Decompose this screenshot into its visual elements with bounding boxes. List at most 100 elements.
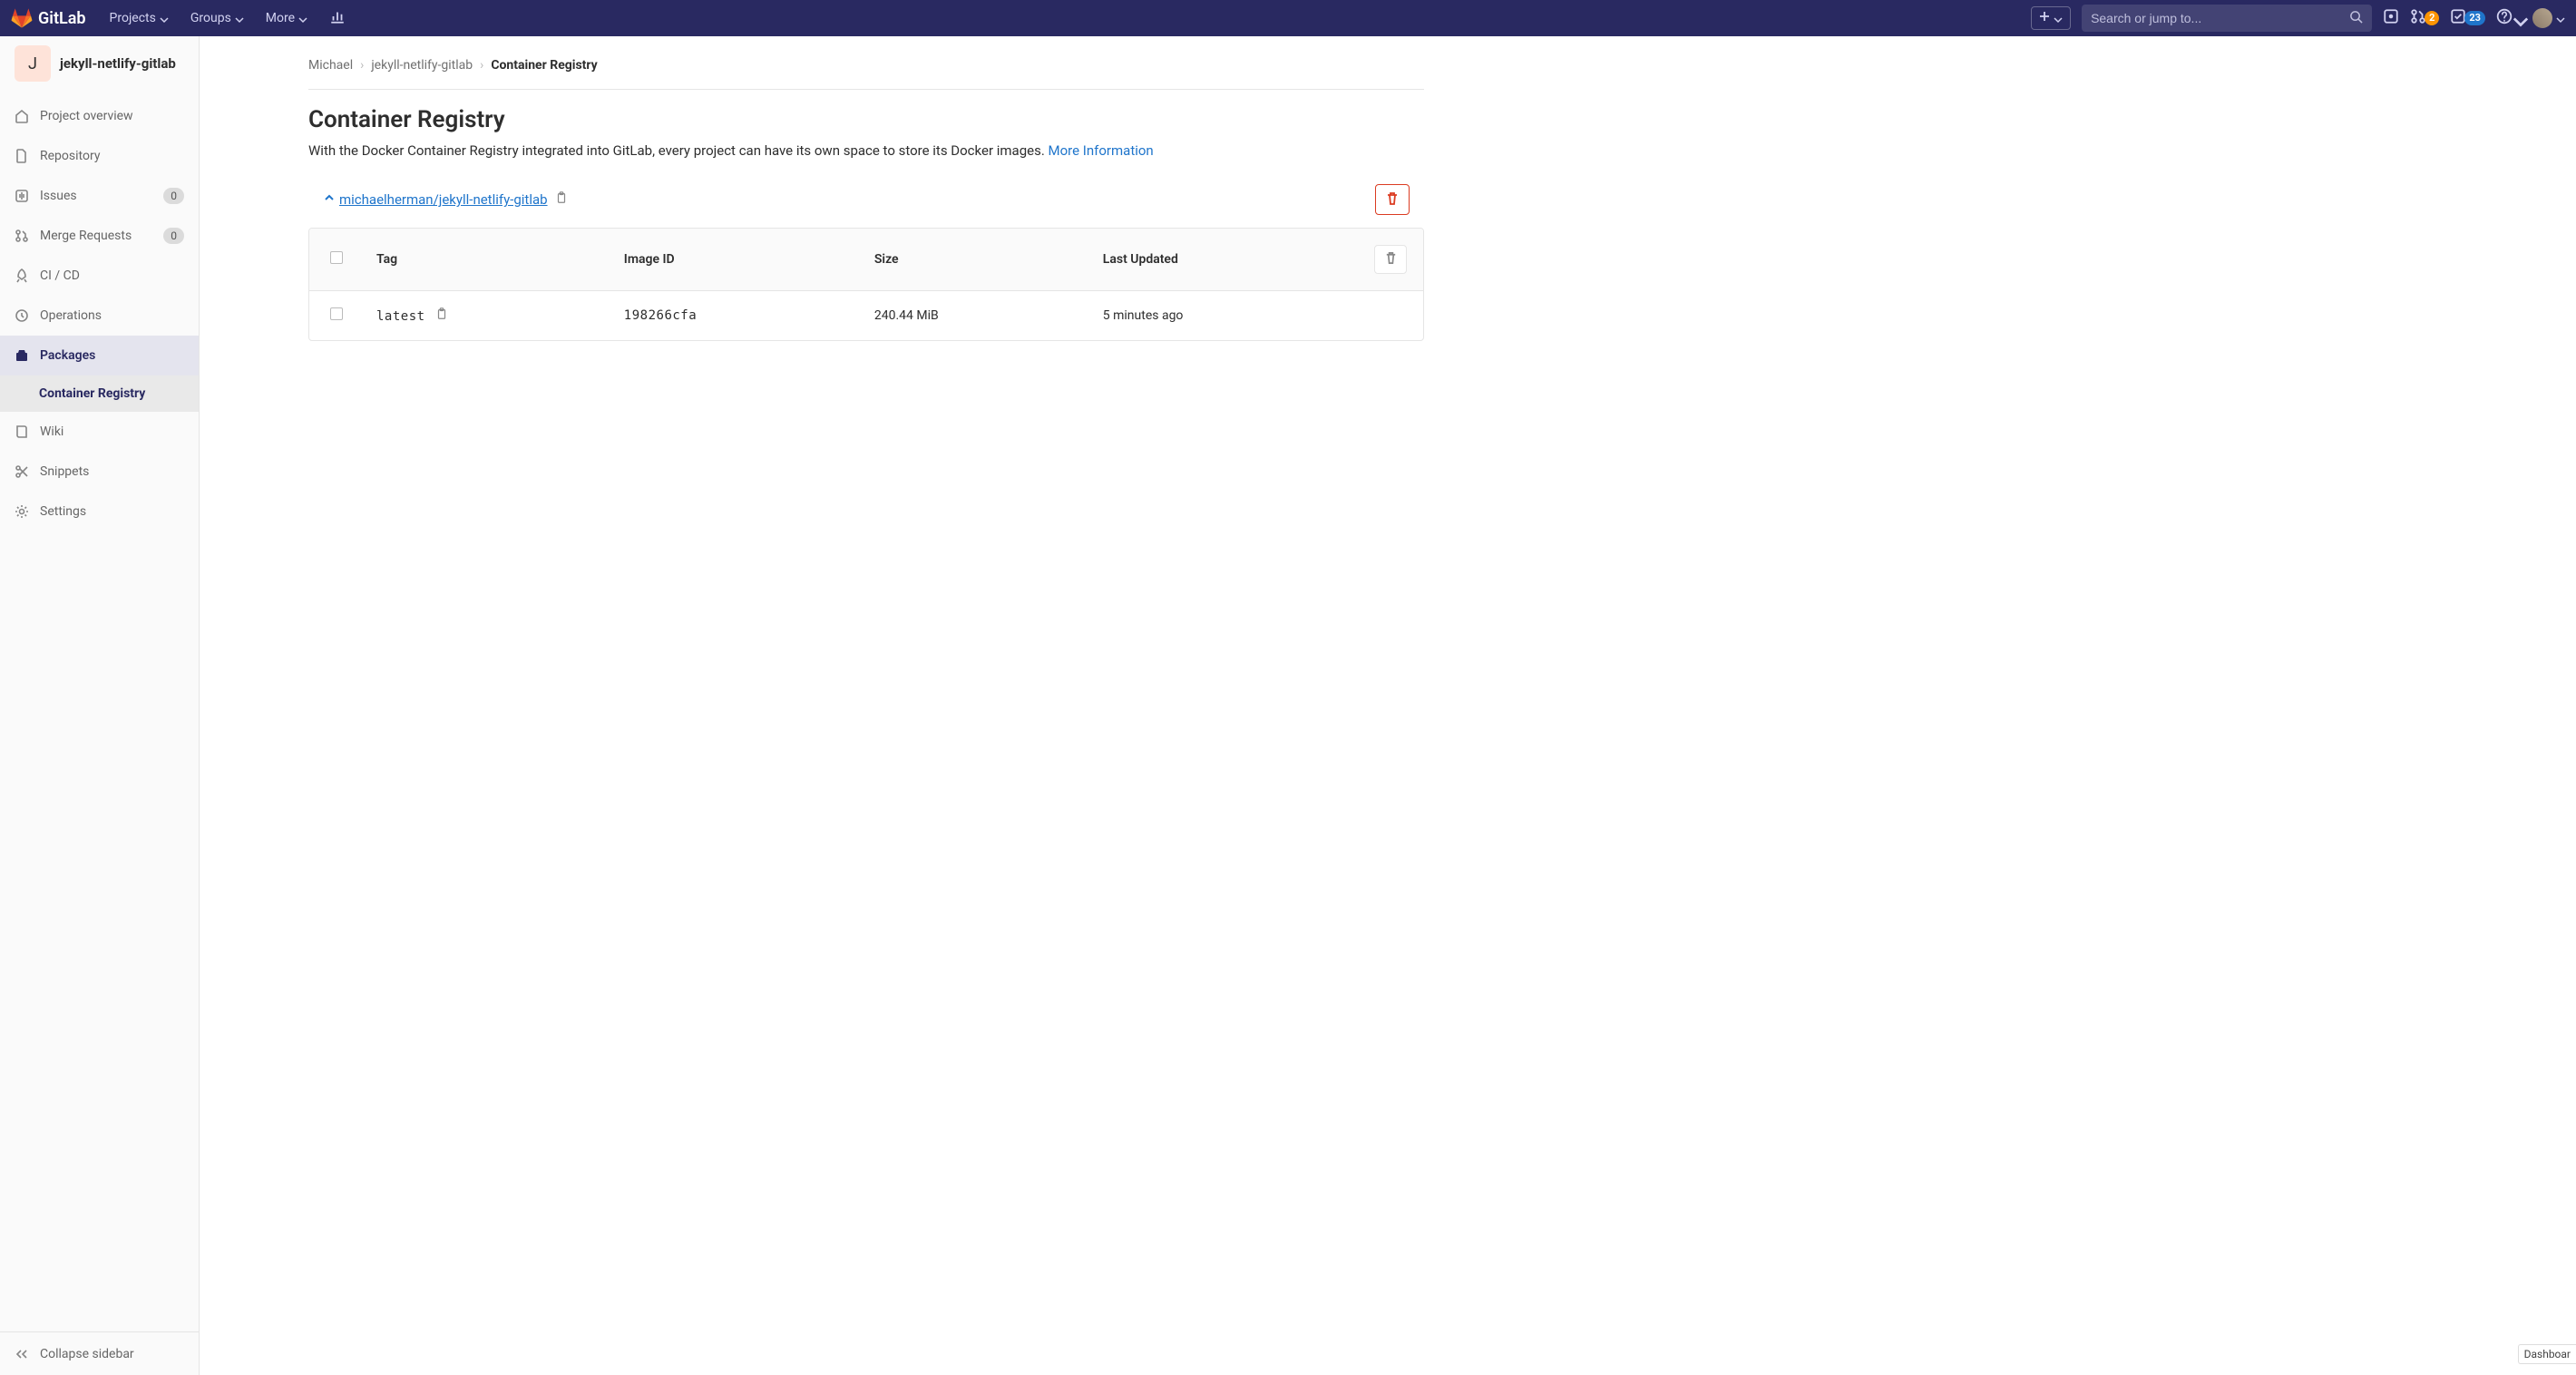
top-nav: GitLab Projects Groups More	[0, 0, 2576, 36]
scissors-icon	[15, 464, 29, 479]
sidebar-item-snippets[interactable]: Snippets	[0, 452, 199, 492]
sidebar-label: Issues	[40, 189, 152, 203]
sidebar-item-cicd[interactable]: CI / CD	[0, 256, 199, 296]
home-icon	[15, 109, 29, 123]
sidebar-label: Snippets	[40, 464, 184, 479]
sidebar-item-operations[interactable]: Operations	[0, 296, 199, 336]
sidebar-item-overview[interactable]: Project overview	[0, 96, 199, 136]
tags-table: Tag Image ID Size Last Updated latest	[308, 228, 1424, 341]
nav-more-label: More	[266, 11, 295, 25]
chevron-down-icon	[160, 14, 169, 23]
tanuki-icon	[11, 7, 33, 29]
sidebar-item-merge-requests[interactable]: Merge Requests 0	[0, 216, 199, 256]
sidebar-project-header[interactable]: J jekyll-netlify-gitlab	[0, 36, 199, 91]
issues-icon	[15, 189, 29, 203]
repository-header-row: michaelherman/jekyll-netlify-gitlab	[308, 184, 1424, 228]
sidebar-label: Operations	[40, 308, 184, 323]
nav-groups-label: Groups	[190, 11, 231, 25]
chevron-down-icon	[2513, 14, 2522, 23]
repository-toggle[interactable]: michaelherman/jekyll-netlify-gitlab	[323, 191, 548, 208]
main-content: Michael › jekyll-netlify-gitlab › Contai…	[200, 36, 1469, 377]
todos-shortcut[interactable]: 23	[2450, 8, 2485, 28]
page-title: Container Registry	[308, 106, 1424, 133]
image-size: 240.44 MiB	[874, 308, 939, 323]
help-dropdown[interactable]	[2496, 8, 2522, 28]
sidebar: J jekyll-netlify-gitlab Project overview…	[0, 36, 200, 1375]
collapse-sidebar[interactable]: Collapse sidebar	[0, 1331, 199, 1375]
sidebar-label: Wiki	[40, 424, 184, 439]
issues-icon	[2383, 8, 2399, 28]
nav-groups[interactable]: Groups	[181, 0, 253, 36]
search-input[interactable]	[2091, 11, 2349, 25]
image-id: 198266cfa	[624, 308, 697, 323]
nav-projects-label: Projects	[110, 11, 156, 25]
sidebar-item-repository[interactable]: Repository	[0, 136, 199, 176]
col-image-id: Image ID	[611, 229, 862, 290]
select-all-checkbox[interactable]	[330, 251, 343, 264]
sidebar-subitem-container-registry[interactable]: Container Registry	[0, 375, 199, 412]
sidebar-item-wiki[interactable]: Wiki	[0, 412, 199, 452]
top-nav-right: 2 23	[2031, 5, 2565, 32]
brand-text: GitLab	[38, 9, 86, 28]
chevron-right-icon: ›	[480, 58, 483, 73]
chevron-right-icon: ›	[360, 58, 364, 73]
operations-icon	[15, 308, 29, 323]
clipboard-icon	[435, 309, 448, 324]
delete-repository-button[interactable]	[1375, 184, 1410, 215]
breadcrumb: Michael › jekyll-netlify-gitlab › Contai…	[308, 51, 1424, 89]
more-info-link[interactable]: More Information	[1049, 142, 1154, 159]
chevron-down-icon	[235, 14, 244, 23]
merge-request-icon	[15, 229, 29, 243]
col-updated: Last Updated	[1090, 229, 1360, 290]
col-tag: Tag	[364, 229, 611, 290]
mr-badge: 2	[2425, 11, 2439, 25]
user-menu[interactable]	[2532, 8, 2565, 28]
nav-projects[interactable]: Projects	[101, 0, 178, 36]
project-name: jekyll-netlify-gitlab	[60, 55, 176, 72]
divider	[308, 89, 1424, 90]
sidebar-item-settings[interactable]: Settings	[0, 492, 199, 531]
file-icon	[15, 149, 29, 163]
repository-path: michaelherman/jekyll-netlify-gitlab	[339, 191, 548, 208]
project-avatar: J	[15, 45, 51, 82]
new-dropdown[interactable]	[2031, 6, 2071, 30]
sidebar-label: Packages	[40, 348, 184, 363]
nav-analytics[interactable]	[320, 8, 355, 28]
trash-icon	[1385, 191, 1400, 209]
clipboard-icon	[555, 193, 568, 208]
sidebar-sublabel: Container Registry	[39, 386, 145, 401]
collapse-icon	[15, 1347, 29, 1361]
nav-more[interactable]: More	[257, 0, 317, 36]
breadcrumb-project[interactable]: jekyll-netlify-gitlab	[371, 58, 473, 73]
table-row: latest 198266cfa 240.44 MiB 5 minutes ag…	[309, 290, 1423, 340]
sidebar-item-issues[interactable]: Issues 0	[0, 176, 199, 216]
sidebar-item-packages[interactable]: Packages	[0, 336, 199, 375]
collapse-label: Collapse sidebar	[40, 1347, 134, 1361]
book-icon	[15, 424, 29, 439]
rocket-icon	[15, 268, 29, 283]
merge-requests-shortcut[interactable]: 2	[2410, 8, 2439, 28]
copy-repo-path-button[interactable]	[555, 191, 568, 208]
breadcrumb-current: Container Registry	[491, 58, 597, 73]
sidebar-label: Project overview	[40, 109, 184, 123]
chevron-down-icon	[2556, 14, 2565, 23]
help-icon	[2496, 8, 2513, 28]
sidebar-label: Settings	[40, 504, 184, 519]
chevron-up-icon	[323, 191, 336, 208]
table-header-row: Tag Image ID Size Last Updated	[309, 229, 1423, 290]
chevron-down-icon	[298, 14, 307, 23]
sidebar-label: CI / CD	[40, 268, 184, 283]
row-checkbox[interactable]	[330, 307, 343, 320]
page-description: With the Docker Container Registry integ…	[308, 142, 1424, 159]
bulk-delete-button[interactable]	[1374, 245, 1407, 274]
chart-icon	[329, 14, 346, 28]
last-updated: 5 minutes ago	[1103, 308, 1184, 323]
gitlab-logo[interactable]: GitLab	[11, 7, 86, 29]
mr-count: 0	[163, 228, 184, 244]
chevron-down-icon	[2054, 14, 2063, 23]
issues-shortcut[interactable]	[2383, 8, 2399, 28]
copy-tag-button[interactable]	[435, 309, 448, 324]
global-search[interactable]	[2082, 5, 2372, 32]
breadcrumb-owner[interactable]: Michael	[308, 58, 353, 73]
trash-icon	[1384, 251, 1398, 268]
